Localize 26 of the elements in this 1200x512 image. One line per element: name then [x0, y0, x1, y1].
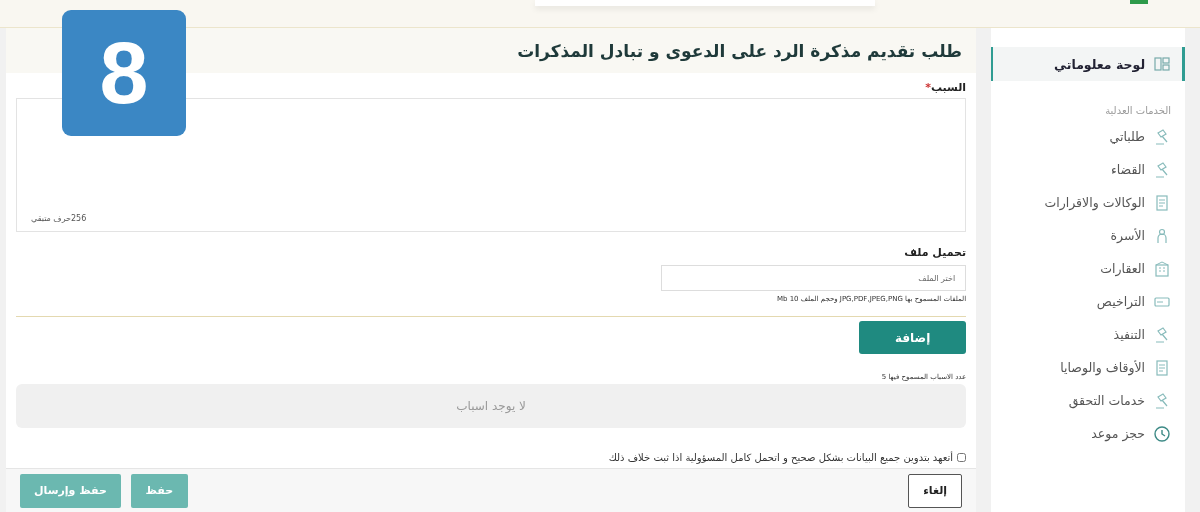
file-field[interactable]: اختر الملف — [661, 265, 967, 291]
field-label: السبب* — [924, 81, 967, 94]
sidebar-item[interactable]: القضاء — [991, 153, 1186, 186]
pledge-checkbox[interactable] — [957, 453, 967, 462]
sidebar-item[interactable]: طلباتي — [991, 120, 1186, 153]
sidebar-item[interactable]: العقارات — [991, 252, 1186, 285]
pledge-text: أتعهد بتدوين جميع البيانات بشكل صحيح و اتحمل كامل المسؤولية اذا ثبت خلاف ذلك — [608, 452, 954, 463]
sidebar-item[interactable]: التراخيص — [991, 285, 1186, 318]
sidebar-item[interactable]: لوحة معلوماتي — [991, 47, 1186, 81]
empty-reasons-panel: لا يوجد اسباب — [16, 384, 967, 428]
logo-icon — [1130, 0, 1148, 4]
field-label: تحميل ملف — [903, 246, 967, 259]
char-counter: 256حرف متبقي — [31, 214, 87, 223]
cancel-button[interactable]: إلغاء — [908, 473, 963, 508]
building-icon — [1153, 259, 1172, 278]
dashboard-icon — [1153, 55, 1172, 73]
sidebar-item[interactable]: حجز موعد — [991, 417, 1186, 450]
add-button[interactable]: إضافة — [859, 321, 967, 354]
sidebar-item[interactable]: الوكالات والاقرارات — [991, 186, 1186, 219]
sidebar-item[interactable]: الأسرة — [991, 219, 1186, 252]
step-badge: 8 — [62, 10, 186, 136]
sidebar-item[interactable]: الأوقاف والوصايا — [991, 351, 1186, 384]
sidebar-heading: الخدمات العدلية — [1104, 104, 1173, 118]
clock-icon — [1153, 424, 1172, 443]
sidebar-item[interactable]: التنفيذ — [991, 318, 1186, 351]
sidebar-item[interactable]: خدمات التحقق — [991, 384, 1186, 417]
